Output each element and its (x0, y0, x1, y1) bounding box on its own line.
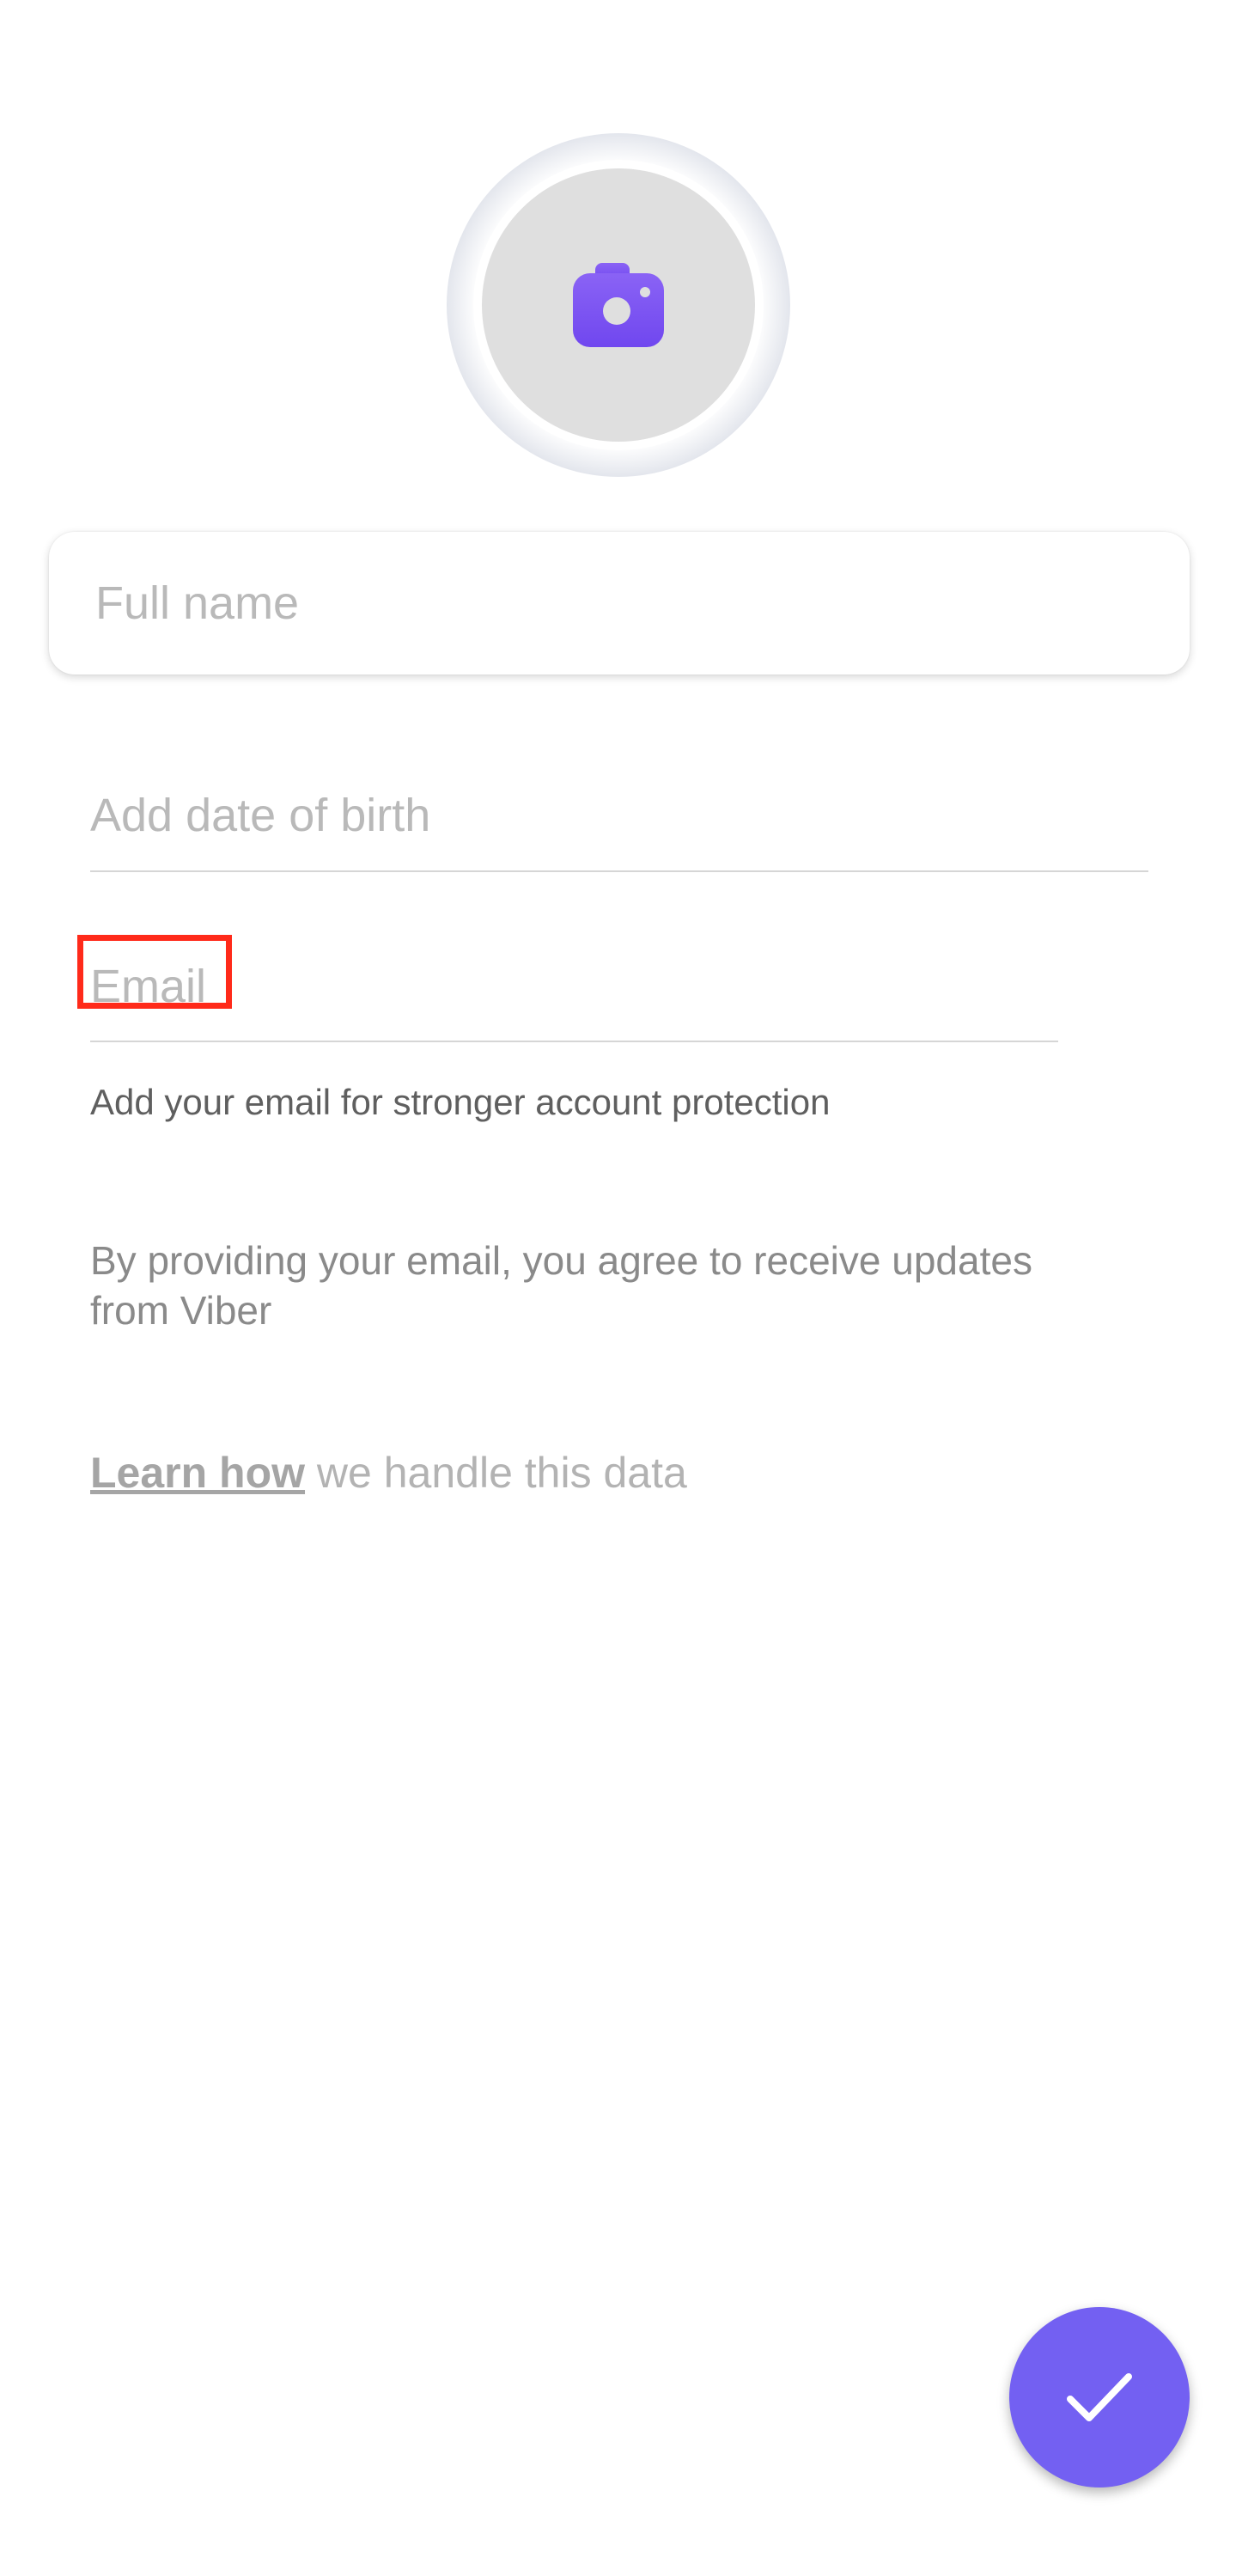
full-name-placeholder: Full name (95, 577, 300, 629)
date-of-birth-placeholder: Add date of birth (90, 790, 431, 841)
confirm-button[interactable] (1009, 2307, 1190, 2487)
data-handling-text: we handle this data (305, 1449, 687, 1497)
avatar-ring (473, 160, 764, 450)
consent-text: By providing your email, you agree to re… (90, 1238, 1032, 1333)
data-handling-line: Learn how we handle this data (90, 1447, 687, 1499)
full-name-field[interactable]: Full name (49, 532, 1190, 675)
avatar-halo (447, 133, 790, 477)
camera-icon (571, 261, 666, 349)
email-placeholder: Email (90, 961, 207, 1012)
email-helper-text: Add your email for stronger account prot… (90, 1082, 831, 1122)
email-field[interactable]: Email (90, 932, 1058, 1042)
check-icon (1065, 2370, 1134, 2425)
date-of-birth-field[interactable]: Add date of birth (90, 760, 1148, 872)
learn-how-link[interactable]: Learn how (90, 1449, 305, 1497)
add-photo-button[interactable] (482, 168, 755, 442)
